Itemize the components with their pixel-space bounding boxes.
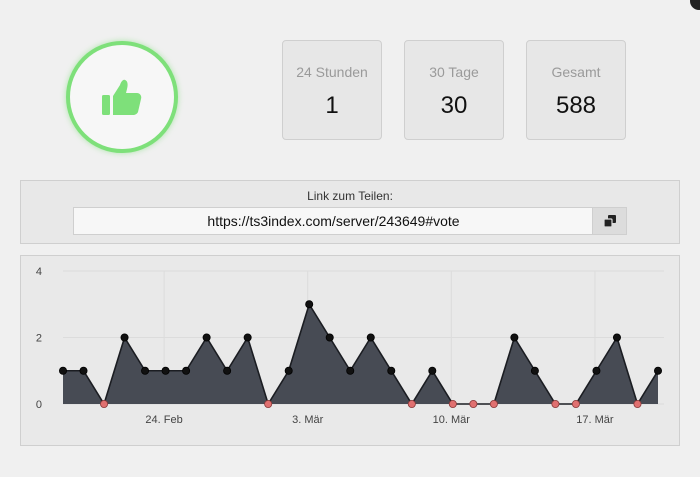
- data-point: [243, 333, 252, 342]
- data-point: [305, 300, 314, 309]
- votes-chart: 0 2 4 24. Feb 3. Mär 10. Mär 17. Mär: [20, 255, 680, 446]
- data-point: [325, 333, 334, 342]
- data-point: [59, 366, 68, 375]
- data-point: [530, 366, 539, 375]
- data-point: [284, 366, 293, 375]
- data-point: [346, 366, 355, 375]
- data-point: [489, 399, 498, 408]
- data-point: [366, 333, 375, 342]
- data-point: [551, 399, 560, 408]
- x-tick-label: 24. Feb: [145, 414, 182, 426]
- stat-label: 30 Tage: [429, 64, 479, 80]
- share-panel: Link zum Teilen: https://ts3index.com/se…: [20, 180, 680, 244]
- x-tick-label: 17. Mär: [576, 414, 614, 426]
- stat-value: 588: [555, 92, 597, 119]
- data-point: [79, 366, 88, 375]
- close-icon[interactable]: [690, 0, 700, 10]
- vote-button[interactable]: [66, 41, 178, 153]
- y-tick-label: 4: [36, 266, 42, 278]
- data-point: [633, 399, 642, 408]
- data-point: [161, 366, 170, 375]
- stat-total: Gesamt 588: [526, 40, 626, 140]
- data-point: [223, 366, 232, 375]
- data-point: [448, 399, 457, 408]
- y-tick-label: 0: [36, 399, 42, 411]
- votes-chart-svg: 0 2 4 24. Feb 3. Mär 10. Mär 17. Mär: [36, 266, 664, 426]
- x-tick-label: 3. Mär: [292, 414, 324, 426]
- data-point: [612, 333, 621, 342]
- thumbs-up-icon: [102, 79, 142, 115]
- data-point: [100, 399, 109, 408]
- stat-value: 1: [325, 92, 339, 119]
- data-point: [182, 366, 191, 375]
- y-tick-label: 2: [36, 333, 42, 345]
- copy-button[interactable]: [592, 207, 627, 235]
- stat-label: 24 Stunden: [296, 64, 368, 80]
- stat-24h: 24 Stunden 1: [282, 40, 382, 140]
- copy-icon: [602, 215, 616, 228]
- data-point: [264, 399, 273, 408]
- share-label: Link zum Teilen:: [307, 189, 393, 203]
- data-point: [571, 399, 580, 408]
- data-point: [469, 399, 478, 408]
- data-point: [428, 366, 437, 375]
- data-point: [202, 333, 211, 342]
- data-point: [120, 333, 129, 342]
- data-point: [141, 366, 150, 375]
- data-point: [407, 399, 416, 408]
- share-link-input[interactable]: https://ts3index.com/server/243649#vote: [73, 207, 593, 235]
- data-point: [592, 366, 601, 375]
- data-point: [387, 366, 396, 375]
- stat-label: Gesamt: [551, 64, 601, 80]
- data-point: [510, 333, 519, 342]
- stat-value: 30: [440, 92, 468, 119]
- stat-30d: 30 Tage 30: [404, 40, 504, 140]
- x-tick-label: 10. Mär: [433, 414, 471, 426]
- data-point: [654, 366, 663, 375]
